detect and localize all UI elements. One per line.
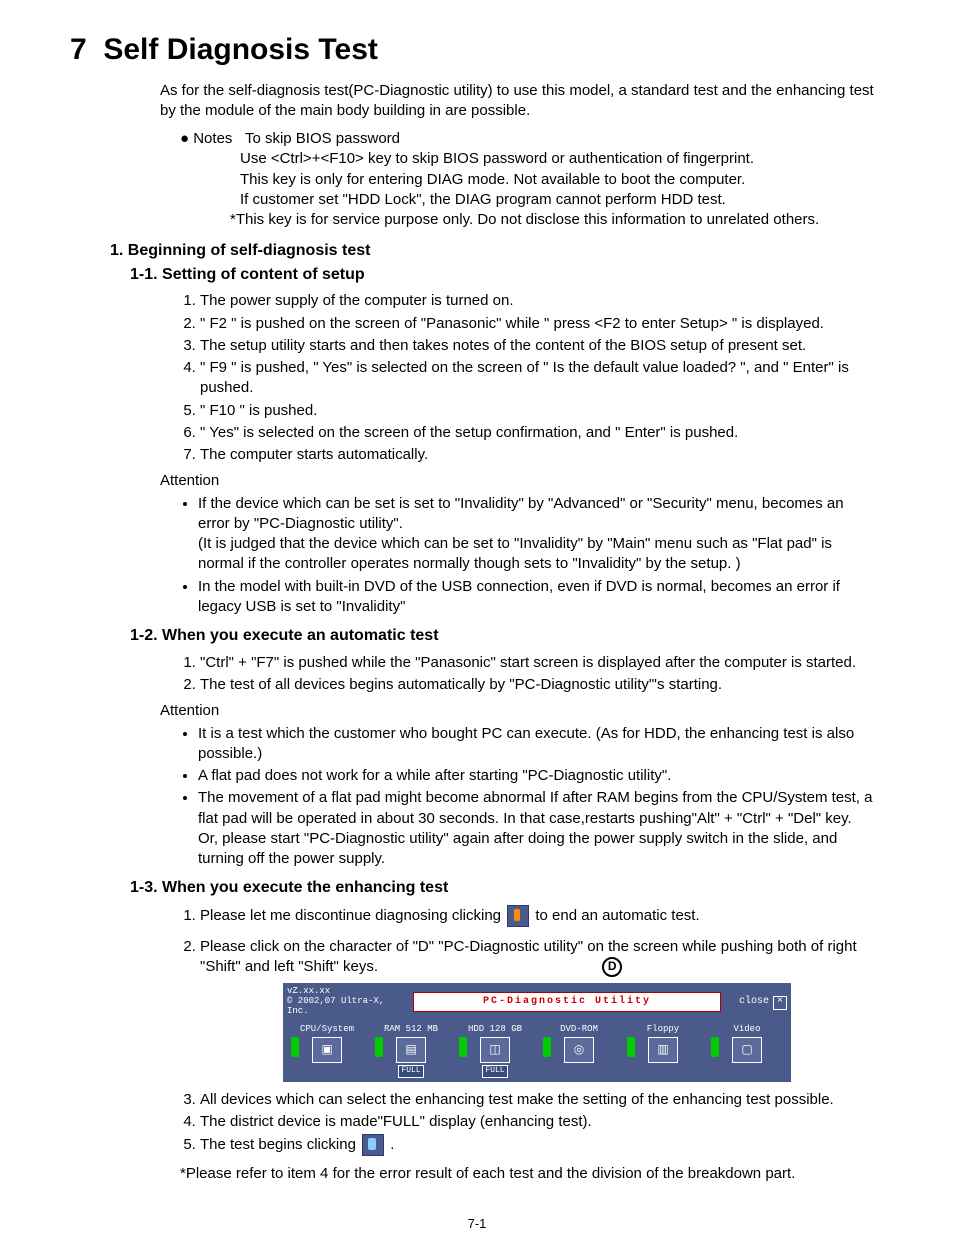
step-item: All devices which can select the enhanci… [200,1090,874,1110]
section-1-1-heading: 1-1. Setting of content of setup [130,264,904,286]
steps-1-2: "Ctrl" + "F7" is pushed while the "Panas… [180,653,874,696]
attention-1-2: It is a test which the customer who boug… [180,724,874,870]
diag-device-item[interactable]: Video ▢ [707,1023,787,1078]
step-text: Please let me discontinue diagnosing cli… [200,907,501,924]
step-item: The computer starts automatically. [200,445,874,465]
step-text: Please click on the character of "D" "PC… [200,938,857,975]
stop-icon[interactable] [507,905,529,927]
step-item: Please click on the character of "D" "PC… [200,937,874,1082]
close-icon[interactable]: × [773,996,787,1010]
diag-device-label: Floppy [623,1023,703,1035]
section-1-heading: 1. Beginning of self-diagnosis test [110,240,904,262]
diag-device-item[interactable]: RAM 512 MB ▤ FULL [371,1023,451,1078]
attention-item: The movement of a flat pad might become … [198,788,874,869]
diag-device-label: CPU/System [287,1023,367,1035]
step-item: The setup utility starts and then takes … [200,336,874,356]
diag-device-item[interactable]: DVD-ROM ◎ [539,1023,619,1078]
step-text: to end an automatic test. [535,907,699,924]
status-light-icon [543,1037,551,1057]
diag-device-label: HDD 128 GB [455,1023,535,1035]
diag-device-item[interactable]: HDD 128 GB ◫ FULL [455,1023,535,1078]
diag-device-icon[interactable]: ▣ [312,1037,342,1063]
full-badge: FULL [482,1065,507,1078]
section-1-3-heading: 1-3. When you execute the enhancing test [130,877,904,899]
diag-device-icon[interactable]: ▢ [732,1037,762,1063]
step-item: " F9 " is pushed, " Yes" is selected on … [200,358,874,399]
attention-item: If the device which can be set is set to… [198,494,874,575]
diag-device-icon[interactable]: ◎ [564,1037,594,1063]
d-marker-icon: D [602,957,622,977]
step-item: The test begins clicking . [200,1134,874,1156]
full-badge: FULL [398,1065,423,1078]
diag-device-icon[interactable]: ▤ [396,1037,426,1063]
step-text: . [390,1136,394,1153]
step-item: The district device is made"FULL" displa… [200,1112,874,1132]
diag-device-label: DVD-ROM [539,1023,619,1035]
attention-1-1: If the device which can be set is set to… [180,494,874,618]
step-item: "Ctrl" + "F7" is pushed while the "Panas… [200,653,874,673]
steps-1-1: The power supply of the computer is turn… [180,291,874,465]
notes-line: If customer set "HDD Lock", the DIAG pro… [240,190,894,210]
notes-block: ● Notes To skip BIOS password [180,129,884,149]
run-icon[interactable] [362,1134,384,1156]
footnote: *Please refer to item 4 for the error re… [180,1164,904,1184]
status-light-icon [459,1037,467,1057]
status-light-icon [375,1037,383,1057]
chapter-title: Self Diagnosis Test [103,33,378,66]
notes-title: To skip BIOS password [245,130,400,147]
diag-device-icon[interactable]: ◫ [480,1037,510,1063]
attention-item: A flat pad does not work for a while aft… [198,766,874,786]
diag-device-item[interactable]: CPU/System ▣ [287,1023,367,1078]
page-number: 7-1 [50,1215,904,1233]
notes-line: Use <Ctrl>+<F10> key to skip BIOS passwo… [240,149,894,169]
status-light-icon [291,1037,299,1057]
step-item: The test of all devices begins automatic… [200,675,874,695]
chapter-heading: 7 Self Diagnosis Test [70,30,904,71]
step-text: The test begins clicking [200,1136,356,1153]
diag-utility-panel: vZ.xx.xx © 2002,07 Ultra-X, Inc. PC-Diag… [283,983,791,1082]
notes-line: This key is only for entering DIAG mode.… [240,170,894,190]
notes-label: ● Notes [180,130,232,147]
diag-copyright: © 2002,07 Ultra-X, Inc. [287,997,407,1017]
step-item: " Yes" is selected on the screen of the … [200,423,874,443]
diag-device-label: RAM 512 MB [371,1023,451,1035]
step-item: Please let me discontinue diagnosing cli… [200,905,874,927]
attention-label: Attention [160,701,904,721]
step-item: " F10 " is pushed. [200,401,874,421]
attention-item: It is a test which the customer who boug… [198,724,874,765]
notes-body: Use <Ctrl>+<F10> key to skip BIOS passwo… [240,149,894,230]
notes-line: *This key is for service purpose only. D… [230,210,894,230]
chapter-number: 7 [70,33,87,66]
diag-device-icon[interactable]: ▥ [648,1037,678,1063]
section-1-2-heading: 1-2. When you execute an automatic test [130,625,904,647]
diag-title: PC-Diagnostic Utility [413,992,721,1012]
steps-1-3: Please let me discontinue diagnosing cli… [180,905,874,1157]
diag-device-item[interactable]: Floppy ▥ [623,1023,703,1078]
diag-device-label: Video [707,1023,787,1035]
diag-close-area: close × [727,995,787,1010]
close-label: close [739,996,769,1007]
step-item: The power supply of the computer is turn… [200,291,874,311]
intro-paragraph: As for the self-diagnosis test(PC-Diagno… [160,81,884,122]
status-light-icon [711,1037,719,1057]
diag-version-block: vZ.xx.xx © 2002,07 Ultra-X, Inc. [287,987,407,1017]
step-item: " F2 " is pushed on the screen of "Panas… [200,314,874,334]
attention-label: Attention [160,471,904,491]
attention-item: In the model with built-in DVD of the US… [198,577,874,618]
status-light-icon [627,1037,635,1057]
